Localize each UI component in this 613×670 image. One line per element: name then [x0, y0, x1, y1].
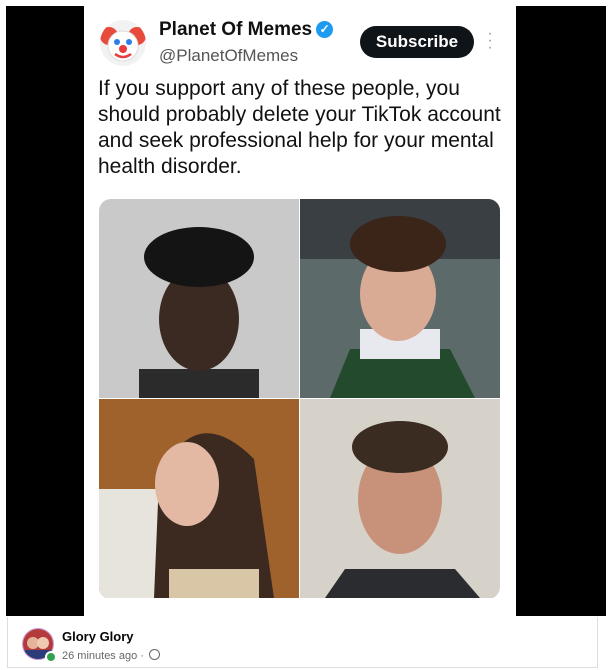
subscribe-button[interactable]: Subscribe [360, 26, 474, 58]
post-time[interactable]: 26 minutes ago [62, 650, 137, 662]
post-meta: 26 minutes ago · [62, 649, 161, 662]
photo-bottom-right[interactable] [300, 399, 500, 598]
author-name[interactable]: Planet Of Memes ✓ [159, 19, 334, 41]
photo-top-left[interactable] [99, 199, 299, 398]
author-name-text[interactable]: Planet Of Memes [159, 19, 312, 40]
post-text: If you support any of these people, you … [98, 77, 501, 178]
clown-avatar-icon[interactable] [100, 20, 146, 66]
meta-separator: · [140, 650, 144, 662]
photo-top-right[interactable] [300, 199, 500, 398]
photo-grid[interactable] [99, 199, 500, 599]
online-status-icon [45, 651, 57, 663]
poster-name[interactable]: Glory Glory [62, 629, 134, 644]
verified-badge-icon: ✓ [316, 21, 334, 38]
globe-icon [149, 649, 161, 660]
author-handle[interactable]: @PlanetOfMemes [159, 46, 298, 66]
more-options-icon[interactable]: · · · [486, 26, 494, 56]
photo-bottom-left[interactable] [99, 399, 299, 598]
